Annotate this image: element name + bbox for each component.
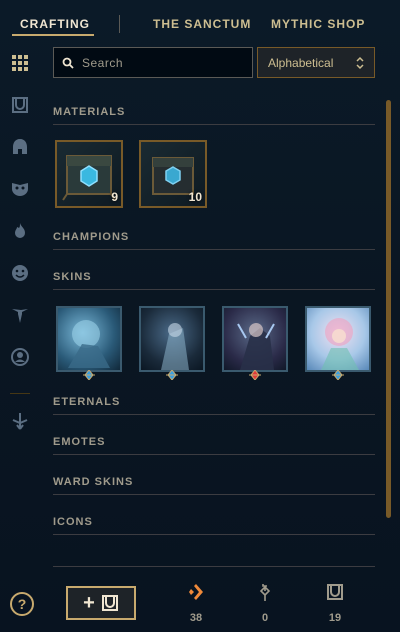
help-button[interactable]: ?	[10, 592, 34, 616]
content-scrollbar[interactable]	[386, 100, 391, 518]
search-icon	[62, 57, 74, 69]
orange-essence-value: 38	[189, 612, 203, 624]
section-materials[interactable]: MATERIALS	[53, 106, 375, 125]
key-counter: 0	[245, 583, 285, 624]
section-ward-skins[interactable]: WARD SKINS	[53, 476, 375, 495]
ward-icon[interactable]	[9, 304, 31, 326]
grid-icon[interactable]	[9, 52, 31, 74]
eternals-arrows-icon[interactable]	[9, 410, 31, 432]
add-chest-button[interactable]: +	[66, 586, 136, 620]
epic-rarity-gem-icon	[332, 370, 344, 380]
key-icon	[259, 584, 271, 601]
sort-selected-label: Alphabetical	[268, 55, 334, 70]
tab-divider	[119, 15, 120, 33]
chest-value: 19	[328, 612, 342, 624]
section-skins[interactable]: SKINS	[53, 271, 375, 290]
helmet-icon[interactable]	[9, 136, 31, 158]
plus-label: +	[83, 591, 95, 614]
mask-icon[interactable]	[9, 178, 31, 200]
chest-counter: 19	[315, 583, 355, 624]
search-input[interactable]	[82, 55, 242, 70]
emote-face-icon[interactable]	[9, 262, 31, 284]
material-count: 10	[188, 190, 202, 204]
chest-icon[interactable]	[9, 94, 31, 116]
chevron-updown-icon	[356, 56, 364, 70]
tab-crafting[interactable]: CRAFTING	[20, 17, 90, 31]
section-eternals[interactable]: ETERNALS	[53, 396, 375, 415]
material-masterwork-chest[interactable]: 10	[139, 140, 207, 208]
flame-icon[interactable]	[9, 220, 31, 242]
active-tab-underline	[12, 34, 94, 36]
skin-tile[interactable]	[222, 306, 288, 372]
chest-icon	[101, 595, 118, 611]
category-sidebar	[0, 48, 40, 632]
chest-icon	[327, 584, 343, 600]
profile-icon-icon[interactable]	[9, 346, 31, 368]
skin-tile[interactable]	[305, 306, 371, 372]
skin-tile[interactable]	[139, 306, 205, 372]
section-emotes[interactable]: EMOTES	[53, 436, 375, 455]
tab-the-sanctum[interactable]: THE SANCTUM	[153, 17, 251, 31]
tab-mythic-shop[interactable]: MYTHIC SHOP	[271, 17, 365, 31]
material-count: 9	[111, 190, 118, 204]
skin-tile[interactable]	[56, 306, 122, 372]
orange-essence-icon	[189, 584, 203, 600]
skin-splash-art	[321, 318, 359, 370]
section-champions[interactable]: CHAMPIONS	[53, 231, 375, 250]
epic-rarity-gem-icon	[83, 370, 95, 380]
skin-splash-art	[68, 320, 110, 368]
section-icons[interactable]: ICONS	[53, 516, 375, 535]
epic-rarity-gem-icon	[166, 370, 178, 380]
search-box[interactable]	[53, 47, 253, 78]
key-value: 0	[261, 612, 269, 624]
skin-splash-art	[161, 323, 189, 370]
top-navigation: CRAFTING THE SANCTUM MYTHIC SHOP	[0, 0, 400, 48]
material-hextech-chest[interactable]: 9	[55, 140, 123, 208]
sort-dropdown[interactable]: Alphabetical	[257, 47, 375, 78]
orange-essence-counter: 38	[176, 583, 216, 624]
inventory-content: MATERIALS 9 10 CHAMPIONS SKINS ETERNALS …	[53, 96, 375, 566]
legendary-rarity-gem-icon	[249, 370, 261, 380]
footer-divider	[53, 566, 375, 567]
skin-splash-art	[237, 323, 275, 370]
sidebar-divider	[10, 393, 30, 394]
